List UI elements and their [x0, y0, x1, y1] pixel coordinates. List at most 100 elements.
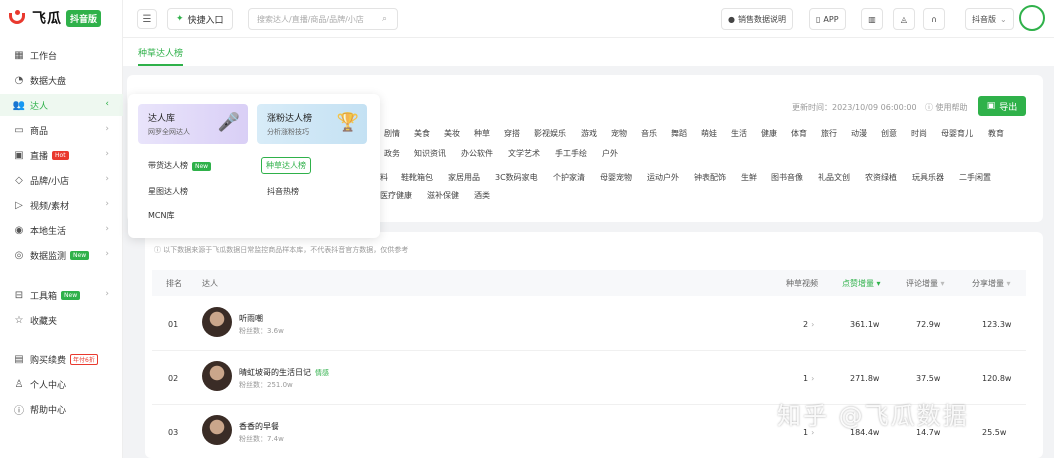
sidebar-item-workbench[interactable]: ▦ 工作台: [0, 44, 123, 66]
chevron-right-icon: ›: [105, 149, 109, 159]
link-xingtu-ranking[interactable]: 星图达人榜: [148, 186, 188, 197]
menu-toggle-button[interactable]: ☰: [137, 9, 157, 29]
link-seeding-ranking[interactable]: 种草达人榜: [261, 157, 311, 174]
category-outfit[interactable]: 穿搭: [504, 128, 520, 139]
sidebar-item-brands[interactable]: ◇ 品牌/小店 ›: [0, 169, 123, 191]
category-second-hand[interactable]: 二手闲置: [959, 172, 991, 183]
category-supplements[interactable]: 滋补保健: [427, 190, 459, 201]
category-fresh[interactable]: 生鲜: [741, 172, 757, 183]
link-douyin-hot[interactable]: 抖音热榜: [267, 186, 299, 197]
service-button[interactable]: ∩: [923, 8, 945, 30]
sidebar-item-products[interactable]: ▭ 商品 ›: [0, 119, 123, 141]
notification-button[interactable]: ◬: [893, 8, 915, 30]
category-medical[interactable]: 医疗健康: [380, 190, 412, 201]
category-travel[interactable]: 旅行: [821, 128, 837, 139]
search-icon[interactable]: ⌕: [382, 14, 387, 24]
category-toys[interactable]: 玩具乐器: [912, 172, 944, 183]
category-parenting[interactable]: 母婴育儿: [941, 128, 973, 139]
link-mcn-library[interactable]: MCN库: [148, 210, 174, 221]
category-life[interactable]: 生活: [731, 128, 747, 139]
sidebar-item-monitor[interactable]: ◎ 数据监测 New ›: [0, 244, 123, 266]
category-creative[interactable]: 创意: [881, 128, 897, 139]
row-comments: 72.9w: [916, 320, 941, 329]
book-button[interactable]: ▥: [861, 8, 883, 30]
category-entertainment[interactable]: 影视娱乐: [534, 128, 566, 139]
category-agriculture[interactable]: 农资绿植: [865, 172, 897, 183]
microphone-icon: 🎤: [217, 112, 240, 133]
chart-circle-icon: ◔: [14, 74, 24, 86]
category-government[interactable]: 政务: [384, 148, 400, 159]
avatar[interactable]: [1019, 5, 1045, 31]
category-health[interactable]: 健康: [761, 128, 777, 139]
influencer-avatar[interactable]: [202, 415, 232, 445]
category-fashion[interactable]: 时尚: [911, 128, 927, 139]
tab-seeding-ranking[interactable]: 种草达人榜: [138, 46, 183, 59]
category-anime[interactable]: 动漫: [851, 128, 867, 139]
influencer-avatar[interactable]: [202, 361, 232, 391]
category-drama[interactable]: 剧情: [384, 128, 400, 139]
category-personal-care[interactable]: 个护家清: [553, 172, 585, 183]
category-seeding[interactable]: 种草: [474, 128, 490, 139]
category-handcraft[interactable]: 手工手绘: [555, 148, 587, 159]
help-icon: ⓘ: [14, 405, 24, 417]
sidebar-item-influencers[interactable]: 👥 达人 ‹: [0, 94, 123, 116]
category-dance[interactable]: 舞蹈: [671, 128, 687, 139]
sales-doc-button[interactable]: ● 销售数据说明: [721, 8, 793, 30]
category-food[interactable]: 美食: [414, 128, 430, 139]
sidebar-item-favorites[interactable]: ☆ 收藏夹: [0, 309, 123, 331]
category-education[interactable]: 教育: [988, 128, 1004, 139]
sidebar-item-local[interactable]: ◉ 本地生活 ›: [0, 219, 123, 241]
app-button[interactable]: ▯ APP: [809, 8, 846, 30]
category-office[interactable]: 办公软件: [461, 148, 493, 159]
influencer-avatar[interactable]: [202, 307, 232, 337]
influencer-fans: 粉丝数：251.0w: [239, 381, 293, 389]
link-sales-ranking[interactable]: 带货达人榜 New: [148, 160, 212, 171]
help-link[interactable]: ⓘ 使用帮助: [925, 102, 968, 113]
search-input[interactable]: [257, 14, 382, 24]
category-clothing[interactable]: 料: [380, 172, 388, 183]
category-gifts[interactable]: 礼品文创: [818, 172, 850, 183]
category-baby-pets[interactable]: 母婴宠物: [600, 172, 632, 183]
category-watches[interactable]: 钟表配饰: [694, 172, 726, 183]
column-shares[interactable]: 分享增量 ▾: [972, 278, 1011, 289]
person-icon: ♙: [14, 378, 24, 390]
category-arts[interactable]: 文学艺术: [508, 148, 540, 159]
category-home[interactable]: 家居用品: [448, 172, 480, 183]
row-rank: 03: [168, 428, 179, 437]
sidebar-item-toolbox[interactable]: ⊟ 工具箱 New ›: [0, 284, 123, 306]
column-likes[interactable]: 点赞增量 ▾: [842, 278, 881, 289]
chevron-right-icon: ›: [105, 224, 109, 234]
brand-logo[interactable]: 飞瓜 抖音版: [8, 8, 102, 28]
sidebar-item-live[interactable]: ▣ 直播 Hot ›: [0, 144, 123, 166]
version-select[interactable]: 抖音版 ⌄: [965, 8, 1014, 30]
category-books[interactable]: 图书音像: [771, 172, 803, 183]
quick-entry-button[interactable]: ✦ 快捷入口: [167, 8, 233, 30]
category-electronics[interactable]: 3C数码家电: [495, 172, 538, 183]
category-liquor[interactable]: 酒类: [474, 190, 490, 201]
influencer-name[interactable]: 听雨嘲: [239, 313, 263, 324]
export-button[interactable]: ▣ 导出: [978, 96, 1026, 116]
category-kids[interactable]: 萌娃: [701, 128, 717, 139]
sidebar-item-purchase[interactable]: ▤ 购买续费 年付6折: [0, 348, 123, 370]
category-outdoor[interactable]: 户外: [602, 148, 618, 159]
location-icon: ◉: [14, 224, 24, 236]
category-knowledge[interactable]: 知识资讯: [414, 148, 446, 159]
row-videos[interactable]: 2 ›: [803, 320, 814, 329]
influencer-name[interactable]: 晴虹坡哥的生活日记 情感: [239, 367, 329, 378]
sidebar-item-dashboard[interactable]: ◔ 数据大盘: [0, 69, 123, 91]
influencer-library-card[interactable]: 达人库 网罗全网达人 🎤: [138, 104, 248, 144]
category-beauty[interactable]: 美妆: [444, 128, 460, 139]
influencer-name[interactable]: 香香的早餐: [239, 421, 279, 432]
category-sports[interactable]: 体育: [791, 128, 807, 139]
category-music[interactable]: 音乐: [641, 128, 657, 139]
category-sport-outdoor[interactable]: 运动户外: [647, 172, 679, 183]
category-bags[interactable]: 鞋靴箱包: [401, 172, 433, 183]
sidebar-item-profile[interactable]: ♙ 个人中心: [0, 373, 123, 395]
sidebar-item-help[interactable]: ⓘ 帮助中心: [0, 398, 123, 420]
column-comments[interactable]: 评论增量 ▾: [906, 278, 945, 289]
category-pets[interactable]: 宠物: [611, 128, 627, 139]
follower-growth-card[interactable]: 涨粉达人榜 分析涨粉技巧 🏆: [257, 104, 367, 144]
sidebar-item-videos[interactable]: ▷ 视频/素材 ›: [0, 194, 123, 216]
row-videos[interactable]: 1 ›: [803, 374, 814, 383]
category-games[interactable]: 游戏: [581, 128, 597, 139]
